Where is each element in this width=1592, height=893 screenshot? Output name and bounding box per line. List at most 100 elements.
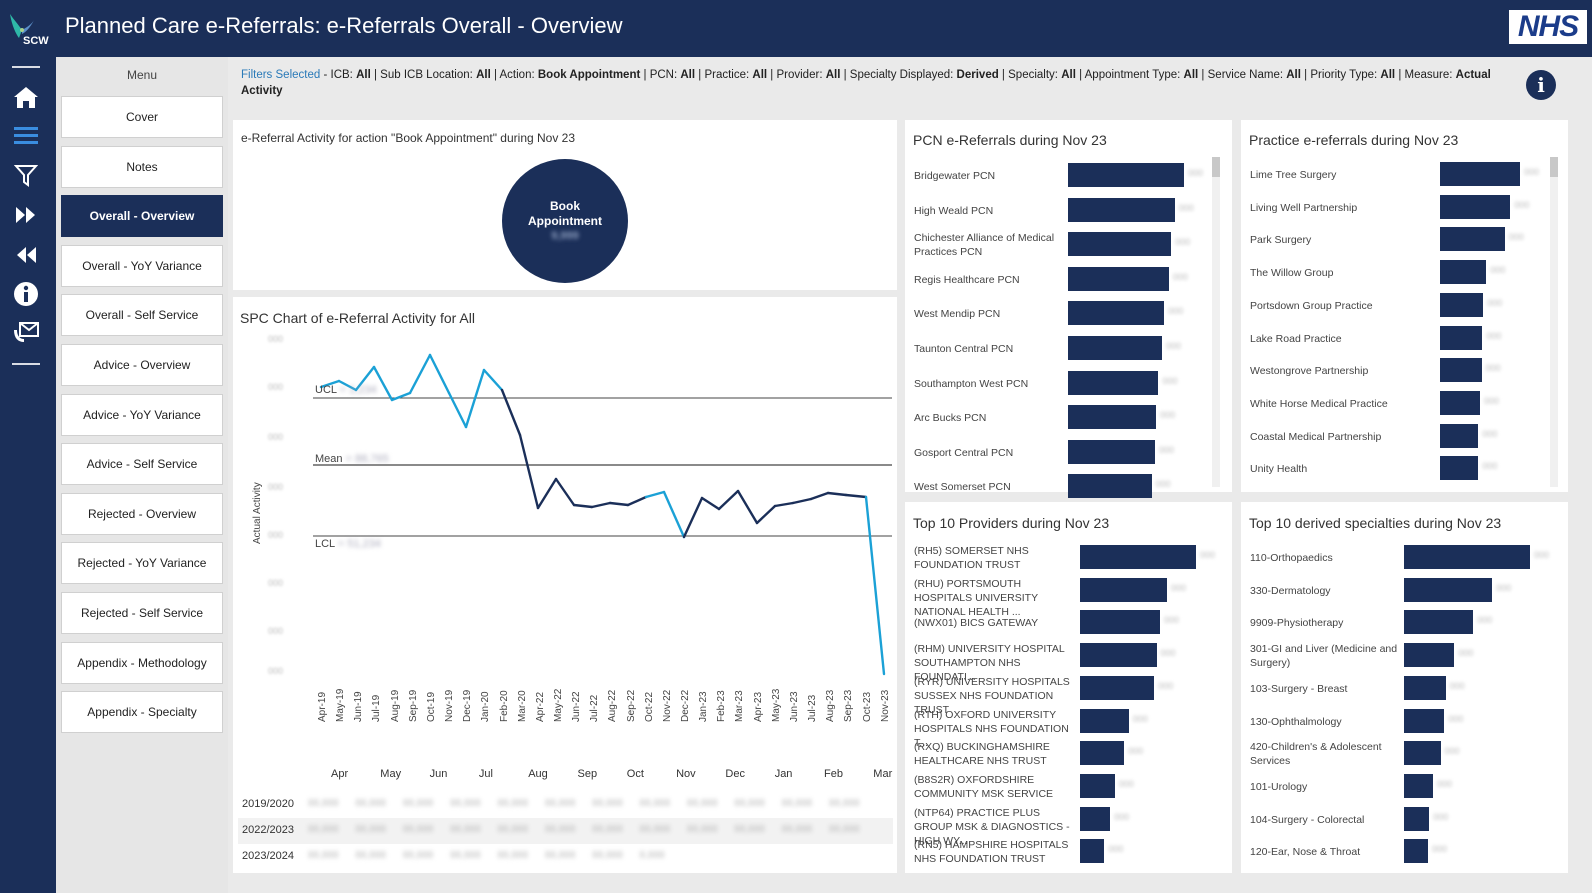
specialty-bar[interactable] [1404,675,1446,700]
provider-bar[interactable] [1080,741,1125,766]
specialty-bar[interactable] [1404,545,1530,569]
practice-scrollbar[interactable] [1550,157,1558,487]
spc-x-tick-label: Jul-22 [589,694,601,722]
spc-x-tick-label: Jan-20 [480,691,492,722]
spc-x-tick-label: Nov-19 [444,689,456,722]
spc-x-tick-label: Feb-23 [716,690,728,722]
practice-bar[interactable] [1440,260,1487,285]
menu-item-cover[interactable]: Cover [61,96,223,138]
spc-x-tick-label: Dec-22 [680,689,691,722]
pcn-bar[interactable] [1068,197,1175,222]
provider-bar[interactable] [1080,806,1111,831]
menu-item-overall-self-service[interactable]: Overall - Self Service [61,294,223,337]
menu-item-overall-yoy-variance[interactable]: Overall - YoY Variance [61,244,223,287]
spc-line-segment [773,501,795,508]
menu-item-rejected-self-service[interactable]: Rejected - Self Service [61,592,223,634]
spc-line-segment [500,388,522,437]
provider-bar[interactable] [1080,610,1161,635]
specialty-bar[interactable] [1404,577,1493,602]
specialty-bar[interactable] [1404,610,1474,635]
providers-card-title: Top 10 Providers during Nov 23 [913,515,1110,531]
circle-value: 9,999 [551,230,579,242]
menu-item-advice-overview[interactable]: Advice - Overview [61,344,223,386]
info-icon[interactable] [10,278,42,310]
menu-item-notes[interactable]: Notes [61,145,223,188]
specialty-bar[interactable] [1404,741,1441,766]
pcn-bar[interactable] [1068,163,1184,187]
pcn-bar[interactable] [1068,405,1157,430]
specialty-value: 000 [1431,844,1447,855]
provider-value: 000 [1118,778,1134,789]
practice-bar[interactable] [1440,456,1479,481]
menu-item-rejected-yoy-variance[interactable]: Rejected - YoY Variance [61,542,223,585]
spc-line-segment [518,433,540,510]
filter-pcn: PCN: All [649,69,696,81]
table-month-header: Jul [478,768,493,780]
table-month-header: Jun [429,768,448,780]
spc-table-row: 2022/2023 88,888 88,888 88,888 88,888 88,… [238,818,893,844]
pcn-label: Arc Bucks PCN [914,412,987,425]
pcn-card-title: PCN e-Referrals during Nov 23 [913,132,1107,148]
table-month-header: Feb [824,768,843,780]
menu-item-rejected-overview[interactable]: Rejected - Overview [61,492,223,535]
menu-icon[interactable] [10,120,42,152]
provider-bar[interactable] [1080,577,1167,602]
specialty-label: 110-Orthopaedics [1250,552,1333,564]
pcn-bar[interactable] [1068,370,1159,395]
spc-x-tick-label: Oct-23 [861,691,873,722]
spc-line-segment [390,391,412,402]
pcn-bar[interactable] [1068,439,1155,464]
spc-line-segment [682,496,704,539]
pcn-value: 000 [1162,375,1178,386]
table-month-header: May [380,768,402,780]
practice-bar[interactable] [1440,162,1520,186]
practice-bar[interactable] [1440,292,1484,317]
menu-item-overall-overview[interactable]: Overall - Overview [61,195,223,238]
pcn-scrollbar[interactable] [1212,157,1220,487]
pcn-bar[interactable] [1068,336,1162,360]
specialty-bar[interactable] [1404,773,1433,798]
specialty-bar[interactable] [1404,839,1428,864]
filter-icon[interactable] [10,159,42,191]
menu-item-appendix-methodology[interactable]: Appendix - Methodology [61,641,223,684]
provider-bar[interactable] [1080,545,1196,569]
spc-y-tick: 000 [268,482,283,492]
fast-forward-icon[interactable] [10,199,42,231]
specialty-value: 000 [1534,550,1550,560]
specialty-bar[interactable] [1404,806,1430,831]
practice-bar[interactable] [1440,325,1483,350]
practice-bar[interactable] [1440,358,1482,383]
pcn-bar[interactable] [1068,474,1152,499]
practice-bar[interactable] [1440,227,1505,252]
pcn-bar[interactable] [1068,232,1172,257]
pcn-bar[interactable] [1068,266,1169,291]
practice-label: Portsdown Group Practice [1250,299,1373,312]
provider-bar[interactable] [1080,643,1157,668]
practice-bar[interactable] [1440,194,1511,219]
pcn-bar[interactable] [1068,301,1165,326]
provider-bar[interactable] [1080,708,1129,733]
rewind-icon[interactable] [10,239,42,271]
menu-item-advice-yoy-variance[interactable]: Advice - YoY Variance [61,393,223,436]
practice-bar[interactable] [1440,423,1479,448]
specialty-bar[interactable] [1404,708,1445,733]
provider-bar[interactable] [1080,675,1155,700]
practice-bar[interactable] [1440,390,1480,415]
spc-x-tick-label: Nov-23 [879,689,891,722]
filter-practice: Practice: All [704,69,768,81]
spc-y-tick: 000 [268,626,283,636]
specialty-bar[interactable] [1404,643,1455,668]
info-button[interactable]: i [1526,70,1556,100]
provider-bar[interactable] [1080,839,1105,864]
sidebar-divider [12,66,40,68]
menu-item-appendix-specialty[interactable]: Appendix - Specialty [61,691,223,734]
book-appointment-circle: Book Appointment 9,999 [502,159,628,283]
home-icon[interactable] [10,81,42,113]
spc-x-tick-label: May-23 [770,688,782,722]
practice-label: White Horse Medical Practice [1250,397,1388,410]
provider-value: 000 [1171,582,1187,593]
spc-x-tick-label: Nov-22 [661,689,673,722]
provider-bar[interactable] [1080,773,1115,798]
mail-icon[interactable] [10,317,42,349]
menu-item-advice-self-service[interactable]: Advice - Self Service [61,443,223,486]
